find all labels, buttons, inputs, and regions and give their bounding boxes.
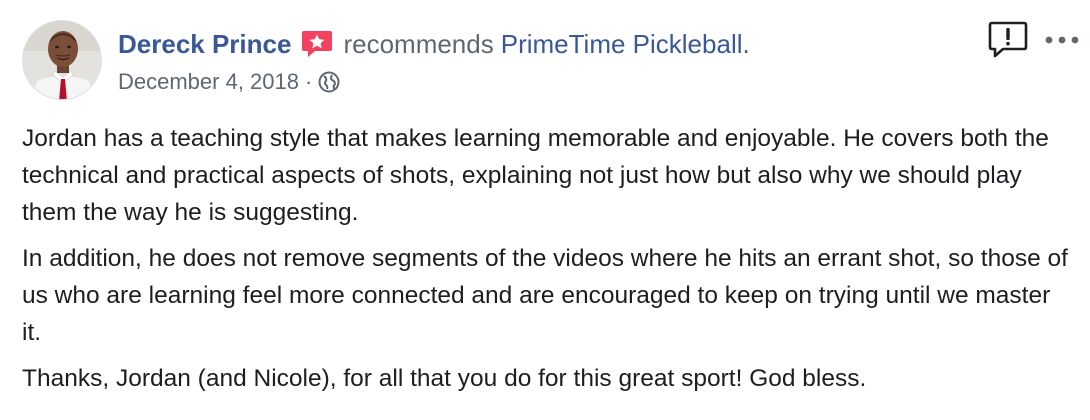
more-options-icon[interactable] bbox=[1042, 28, 1082, 52]
page-link[interactable]: PrimeTime Pickleball. bbox=[501, 28, 750, 60]
post-body: Jordan has a teaching style that makes l… bbox=[22, 120, 1068, 406]
globe-icon[interactable] bbox=[318, 71, 340, 93]
recommends-text: recommends bbox=[343, 29, 494, 59]
post-paragraph: In addition, he does not remove segments… bbox=[22, 245, 1068, 346]
post-title-line: Dereck Prince recommends PrimeTime Pickl… bbox=[118, 28, 750, 60]
meta-separator: · bbox=[305, 69, 313, 94]
report-icon[interactable] bbox=[988, 20, 1028, 60]
post-date-link[interactable]: December 4, 2018 bbox=[118, 68, 299, 96]
post-header: Dereck Prince recommends PrimeTime Pickl… bbox=[22, 20, 1079, 104]
post-paragraph: Jordan has a teaching style that makes l… bbox=[22, 125, 1049, 226]
avatar[interactable] bbox=[22, 20, 102, 100]
author-name-link[interactable]: Dereck Prince bbox=[118, 28, 291, 60]
post-meta-line: December 4, 2018 · bbox=[118, 68, 340, 96]
post-paragraph: Thanks, Jordan (and Nicole), for all tha… bbox=[22, 365, 867, 392]
recommend-star-icon bbox=[301, 29, 333, 59]
